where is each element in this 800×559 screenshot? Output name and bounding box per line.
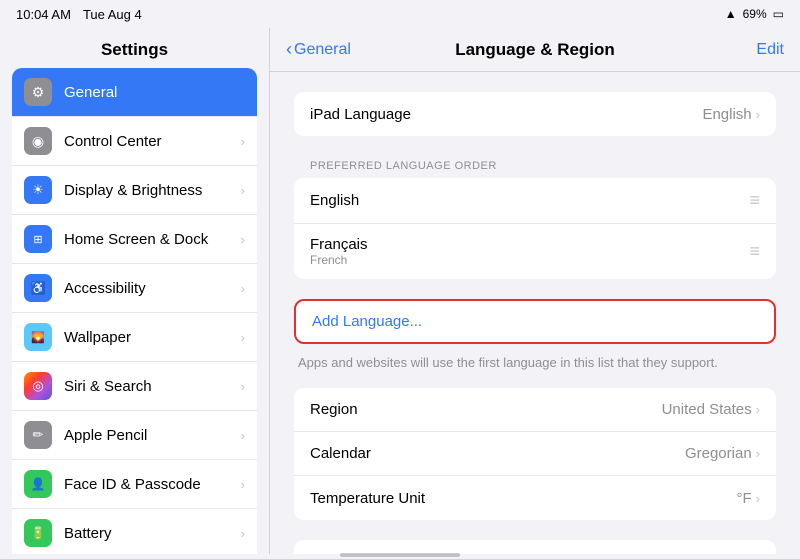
- back-button[interactable]: ‹ General: [286, 39, 351, 60]
- home-screen-icon: ⊞: [24, 225, 52, 253]
- chevron-icon: ›: [241, 232, 245, 247]
- sidebar-item-siri[interactable]: ◎ Siri & Search ›: [12, 362, 257, 411]
- sidebar-item-battery[interactable]: 🔋 Battery ›: [12, 509, 257, 554]
- add-language-row[interactable]: Add Language...: [294, 299, 776, 344]
- ipad-language-value-text: English: [702, 106, 751, 123]
- calendar-label: Calendar: [310, 445, 685, 462]
- control-center-icon: ◉: [24, 127, 52, 155]
- display-icon: ☀: [24, 176, 52, 204]
- sidebar-item-general[interactable]: ⚙ General: [12, 68, 257, 117]
- chevron-icon: ›: [241, 428, 245, 443]
- sidebar-label-accessibility: Accessibility: [64, 280, 146, 297]
- chevron-right-icon: ›: [756, 491, 760, 506]
- calendar-value-text: Gregorian: [685, 445, 752, 462]
- chevron-icon: ›: [241, 526, 245, 541]
- battery-level: 69%: [743, 7, 767, 21]
- region-format-card: Region Format Example 12:34 AM Saturday,…: [294, 540, 776, 554]
- language-row-english[interactable]: English ≡: [294, 178, 776, 224]
- home-indicator: [340, 553, 460, 557]
- ipad-language-card: iPad Language English ›: [294, 92, 776, 136]
- sidebar-label-general: General: [64, 84, 117, 101]
- wifi-icon: ▲: [725, 7, 737, 21]
- temperature-label: Temperature Unit: [310, 490, 736, 507]
- apple-pencil-icon: ✏: [24, 421, 52, 449]
- bottom-bar: [0, 554, 800, 559]
- ipad-language-row[interactable]: iPad Language English ›: [294, 92, 776, 136]
- language-list-card: English ≡ Français French ≡: [294, 178, 776, 279]
- sidebar-label-siri: Siri & Search: [64, 378, 152, 395]
- sidebar-item-wallpaper[interactable]: 🌄 Wallpaper ›: [12, 313, 257, 362]
- sidebar-label-face-id: Face ID & Passcode: [64, 476, 201, 493]
- sidebar: Settings ⚙ General ◉ Control Center › ☀ …: [0, 28, 270, 554]
- time: 10:04 AM: [16, 7, 71, 22]
- ipad-language-value: English ›: [702, 106, 760, 123]
- face-id-icon: 👤: [24, 470, 52, 498]
- region-value-text: United States: [662, 401, 752, 418]
- temperature-value: °F ›: [736, 490, 760, 507]
- accessibility-icon: ♿: [24, 274, 52, 302]
- status-bar: 10:04 AM Tue Aug 4 ▲ 69% ▭: [0, 0, 800, 28]
- edit-button[interactable]: Edit: [756, 41, 784, 59]
- chevron-right-icon: ›: [756, 402, 760, 417]
- chevron-icon: ›: [241, 183, 245, 198]
- region-value: United States ›: [662, 401, 760, 418]
- helper-text: Apps and websites will use the first lan…: [294, 350, 776, 388]
- calendar-value: Gregorian ›: [685, 445, 760, 462]
- ipad-language-label: iPad Language: [310, 106, 702, 123]
- sidebar-item-apple-pencil[interactable]: ✏ Apple Pencil ›: [12, 411, 257, 460]
- battery-icon: 🔋: [24, 519, 52, 547]
- sidebar-label-display: Display & Brightness: [64, 182, 202, 199]
- sidebar-label-control-center: Control Center: [64, 133, 162, 150]
- date: Tue Aug 4: [83, 7, 142, 22]
- nav-bar: ‹ General Language & Region Edit: [270, 28, 800, 72]
- back-label: General: [294, 41, 351, 59]
- chevron-icon: ›: [241, 281, 245, 296]
- preferred-language-header: PREFERRED LANGUAGE ORDER: [294, 156, 776, 178]
- chevron-right-icon: ›: [756, 446, 760, 461]
- calendar-row[interactable]: Calendar Gregorian ›: [294, 432, 776, 476]
- sidebar-label-apple-pencil: Apple Pencil: [64, 427, 147, 444]
- chevron-icon: ›: [241, 134, 245, 149]
- reorder-icon: ≡: [749, 190, 760, 211]
- page-title: Language & Region: [455, 40, 615, 60]
- sidebar-item-display[interactable]: ☀ Display & Brightness ›: [12, 166, 257, 215]
- back-chevron-icon: ‹: [286, 39, 292, 60]
- sidebar-label-home-screen: Home Screen & Dock: [64, 231, 208, 248]
- reorder-icon: ≡: [749, 241, 760, 262]
- wallpaper-icon: 🌄: [24, 323, 52, 351]
- add-language-label: Add Language...: [312, 313, 422, 330]
- general-icon: ⚙: [24, 78, 52, 106]
- right-panel: ‹ General Language & Region Edit iPad La…: [270, 28, 800, 554]
- sidebar-item-control-center[interactable]: ◉ Control Center ›: [12, 117, 257, 166]
- language-english: English: [310, 192, 749, 209]
- chevron-right-icon: ›: [756, 107, 760, 122]
- region-row[interactable]: Region United States ›: [294, 388, 776, 432]
- siri-icon: ◎: [24, 372, 52, 400]
- language-french-sub: French: [310, 253, 749, 267]
- language-francais: Français: [310, 236, 749, 253]
- region-card: Region United States › Calendar Gregoria…: [294, 388, 776, 520]
- chevron-icon: ›: [241, 330, 245, 345]
- sidebar-item-face-id[interactable]: 👤 Face ID & Passcode ›: [12, 460, 257, 509]
- sidebar-item-home-screen[interactable]: ⊞ Home Screen & Dock ›: [12, 215, 257, 264]
- temperature-row[interactable]: Temperature Unit °F ›: [294, 476, 776, 520]
- sidebar-title: Settings: [0, 28, 269, 68]
- sidebar-item-accessibility[interactable]: ♿ Accessibility ›: [12, 264, 257, 313]
- sidebar-group-1: ⚙ General ◉ Control Center › ☀ Display &…: [12, 68, 257, 554]
- chevron-icon: ›: [241, 477, 245, 492]
- temperature-value-text: °F: [736, 490, 751, 507]
- battery-icon: ▭: [773, 7, 784, 21]
- sidebar-label-battery: Battery: [64, 525, 112, 542]
- content-area: iPad Language English › PREFERRED LANGUA…: [270, 72, 800, 554]
- language-row-french[interactable]: Français French ≡: [294, 224, 776, 279]
- region-label: Region: [310, 401, 662, 418]
- sidebar-label-wallpaper: Wallpaper: [64, 329, 131, 346]
- chevron-icon: ›: [241, 379, 245, 394]
